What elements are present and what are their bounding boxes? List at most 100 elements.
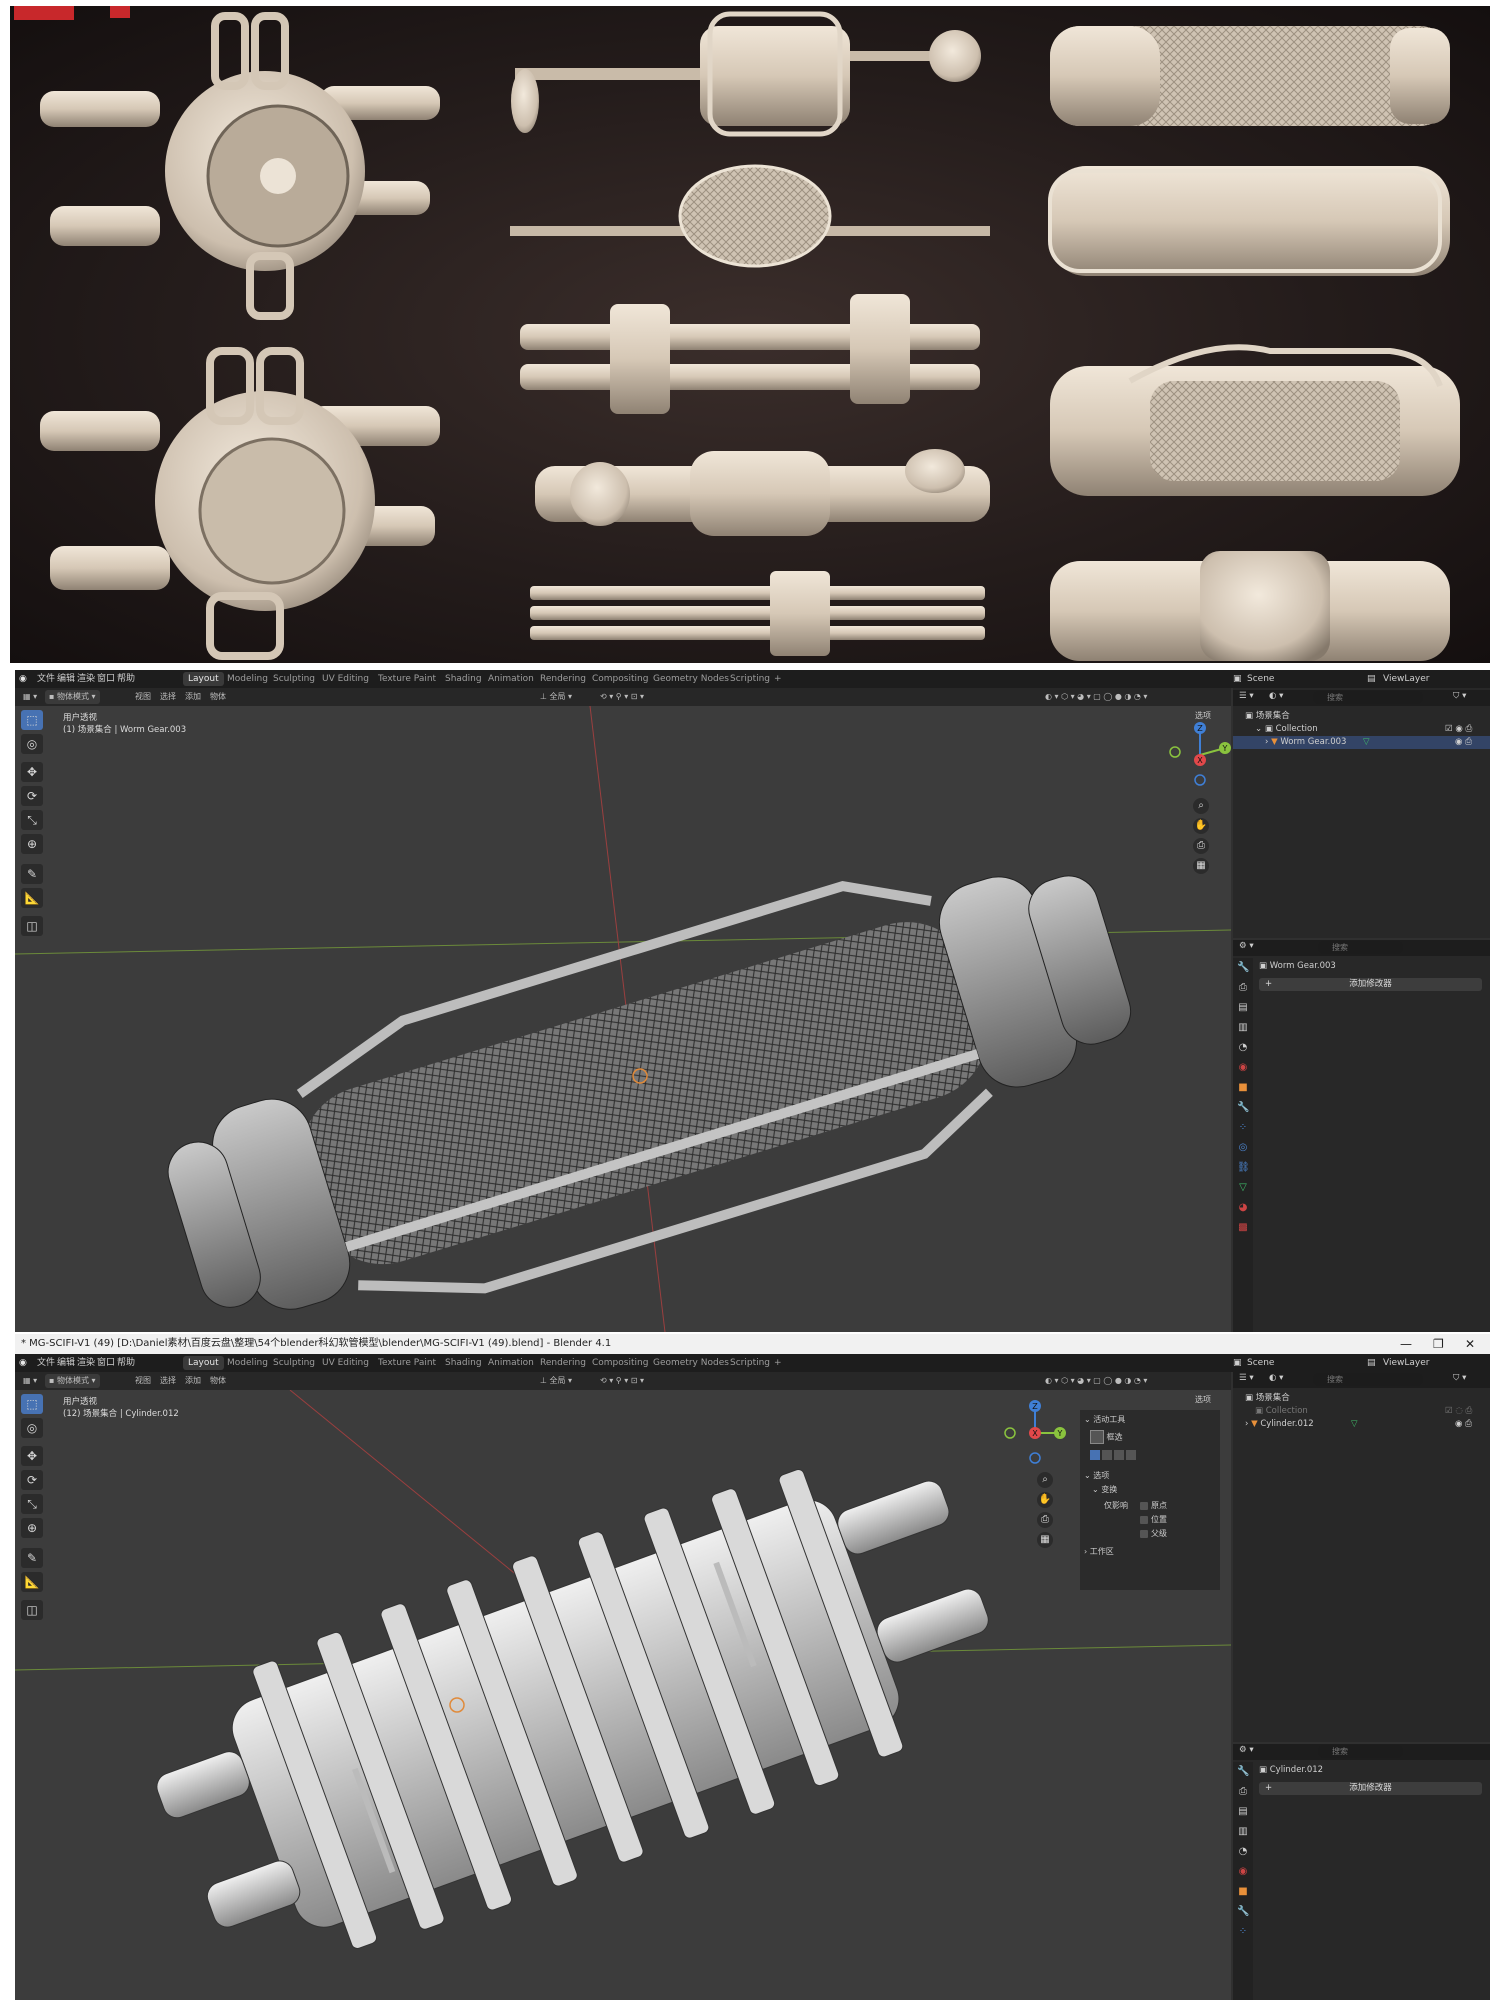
- pan-hand-icon[interactable]: ✋: [1193, 818, 1209, 834]
- display-mode-icon[interactable]: ◐ ▾: [1269, 690, 1283, 703]
- annotate-tool-icon[interactable]: ✎: [21, 864, 43, 884]
- output-tab-icon-2[interactable]: ▤: [1237, 1806, 1249, 1818]
- properties-editor-icon-2[interactable]: ⚙ ▾: [1239, 1744, 1254, 1757]
- header-object[interactable]: 物体: [210, 688, 226, 706]
- grid-ortho-icon[interactable]: ▦: [1193, 858, 1209, 874]
- pivot-icon-2[interactable]: ⟲ ▾ ⚲ ▾ ⊡ ▾: [600, 1372, 644, 1390]
- zoom-icon-2[interactable]: ⌕: [1037, 1472, 1053, 1488]
- affect-locations-checkbox[interactable]: 位置: [1140, 1514, 1167, 1525]
- tab-modeling[interactable]: Modeling: [222, 672, 273, 686]
- close-button[interactable]: ✕: [1465, 1334, 1475, 1354]
- affect-parents-checkbox[interactable]: 父级: [1140, 1528, 1167, 1539]
- tab-uv-editing-2[interactable]: UV Editing: [317, 1356, 374, 1370]
- mode-select-2[interactable]: ▪ 物体模式 ▾: [45, 1374, 100, 1388]
- tab-compositing[interactable]: Compositing: [587, 672, 653, 686]
- camera-icon-2[interactable]: ⎙: [1037, 1512, 1053, 1528]
- menu-render[interactable]: 渲染: [77, 670, 95, 688]
- visibility-icons[interactable]: ◐ ▾ ⬡ ▾ ◕ ▾ ▢ ◯ ● ◑ ◔ ▾: [1045, 688, 1147, 706]
- outliner-search[interactable]: 搜索: [1313, 691, 1423, 704]
- rotate-tool-icon-2[interactable]: ⟳: [21, 1470, 43, 1490]
- affect-origins-checkbox[interactable]: 原点: [1140, 1500, 1167, 1511]
- menu-edit[interactable]: 编辑: [57, 670, 75, 688]
- outliner-object-row[interactable]: › ▼ Worm Gear.003 ▽ ◉ ⎙: [1233, 736, 1490, 749]
- pan-hand-icon-2[interactable]: ✋: [1037, 1492, 1053, 1508]
- tab-shading-2[interactable]: Shading: [440, 1356, 487, 1370]
- scene-selector-2[interactable]: Scene: [1247, 1354, 1274, 1372]
- options-dropdown[interactable]: 选项: [1195, 710, 1211, 721]
- outliner-object-row-2[interactable]: › ▼ Cylinder.012 ▽ ◉ ⎙: [1233, 1418, 1490, 1431]
- blender-logo-icon[interactable]: ◉: [19, 670, 27, 688]
- add-workspace-button[interactable]: +: [769, 672, 787, 686]
- header-add[interactable]: 添加: [185, 688, 201, 706]
- properties-editor-icon[interactable]: ⚙ ▾: [1239, 940, 1254, 953]
- tab-texture-paint[interactable]: Texture Paint: [373, 672, 441, 686]
- transform-tool-icon[interactable]: ⊕: [21, 834, 43, 854]
- select-box-tool-icon-2[interactable]: ⬚: [21, 1394, 43, 1414]
- minimize-button[interactable]: —: [1400, 1334, 1412, 1354]
- object-tab-icon[interactable]: ■: [1237, 1082, 1249, 1094]
- scale-tool-icon[interactable]: ⤡: [21, 810, 43, 830]
- menu-render-2[interactable]: 渲染: [77, 1354, 95, 1372]
- constraints-tab-icon[interactable]: ⛓: [1237, 1162, 1250, 1174]
- tab-compositing-2[interactable]: Compositing: [587, 1356, 653, 1370]
- header-select-2[interactable]: 选择: [160, 1372, 176, 1390]
- tab-layout[interactable]: Layout: [183, 672, 224, 686]
- move-tool-icon[interactable]: ✥: [21, 762, 43, 782]
- tab-shading[interactable]: Shading: [440, 672, 487, 686]
- outliner-scene-collection[interactable]: ▣ 场景集合: [1233, 710, 1490, 723]
- tab-modeling-2[interactable]: Modeling: [222, 1356, 273, 1370]
- header-view-2[interactable]: 视图: [135, 1372, 151, 1390]
- world-tab-icon[interactable]: ◉: [1237, 1062, 1249, 1074]
- modifier-tab-icon[interactable]: 🔧: [1237, 1102, 1249, 1114]
- viewlayer-selector[interactable]: ViewLayer: [1383, 670, 1429, 688]
- editor-type-icon-2[interactable]: ▦ ▾: [23, 1372, 37, 1390]
- render-tab-icon[interactable]: ⎙: [1237, 982, 1249, 994]
- object-tab-icon-2[interactable]: ■: [1237, 1886, 1249, 1898]
- blender-logo-icon-2[interactable]: ◉: [19, 1354, 27, 1372]
- menu-window[interactable]: 窗口: [97, 670, 115, 688]
- select-box-tool-icon[interactable]: ⬚: [21, 710, 43, 730]
- tab-sculpting[interactable]: Sculpting: [268, 672, 320, 686]
- outliner-editor-icon[interactable]: ☰ ▾: [1239, 690, 1254, 703]
- particles-tab-icon[interactable]: ⁘: [1237, 1122, 1249, 1134]
- editor-type-icon[interactable]: ▦ ▾: [23, 688, 37, 706]
- mode-select[interactable]: ▪ 物体模式 ▾: [45, 690, 100, 704]
- object-eye-icon[interactable]: ◉ ⎙: [1455, 736, 1472, 749]
- navigation-gizmo-2[interactable]: Z Y X: [1000, 1398, 1070, 1468]
- header-view[interactable]: 视图: [135, 688, 151, 706]
- tool-tab-icon-2[interactable]: 🔧: [1237, 1766, 1249, 1778]
- menu-window-2[interactable]: 窗口: [97, 1354, 115, 1372]
- outliner-search-2[interactable]: 搜索: [1313, 1373, 1423, 1386]
- world-tab-icon-2[interactable]: ◉: [1237, 1866, 1249, 1878]
- modifier-tab-icon-2[interactable]: 🔧: [1237, 1906, 1249, 1918]
- outliner-collection[interactable]: ⌄ ▣ Collection ☑ ◉ ⎙: [1233, 723, 1490, 736]
- orientation-select[interactable]: ⊥ 全局 ▾: [540, 688, 572, 706]
- outliner-editor-icon-2[interactable]: ☰ ▾: [1239, 1372, 1254, 1385]
- viewlayer-selector-2[interactable]: ViewLayer: [1383, 1354, 1429, 1372]
- display-mode-icon-2[interactable]: ◐ ▾: [1269, 1372, 1283, 1385]
- camera-icon[interactable]: ⎙: [1193, 838, 1209, 854]
- active-tool-header[interactable]: ⌄ 活动工具: [1084, 1414, 1125, 1425]
- pivot-icon[interactable]: ⟲ ▾ ⚲ ▾ ⊡ ▾: [600, 688, 644, 706]
- scene-selector[interactable]: Scene: [1247, 670, 1274, 688]
- physics-tab-icon[interactable]: ◎: [1237, 1142, 1249, 1154]
- filter-icon-2[interactable]: ⛉ ▾: [1453, 1372, 1466, 1385]
- outliner-scene-collection-2[interactable]: ▣ 场景集合: [1233, 1392, 1490, 1405]
- active-tool-name[interactable]: 框选: [1090, 1430, 1123, 1444]
- transform-header[interactable]: ⌄ 变换: [1092, 1484, 1117, 1495]
- outliner-collection-2[interactable]: ▣ Collection ☑ ◌ ⎙: [1233, 1405, 1490, 1418]
- add-workspace-button-2[interactable]: +: [769, 1356, 787, 1370]
- tab-rendering-2[interactable]: Rendering: [535, 1356, 591, 1370]
- data-tab-icon[interactable]: ▽: [1237, 1182, 1249, 1194]
- scale-tool-icon-2[interactable]: ⤡: [21, 1494, 43, 1514]
- properties-search[interactable]: 搜索: [1318, 941, 1403, 954]
- add-modifier-button-2[interactable]: + 添加修改器: [1259, 1782, 1482, 1795]
- menu-file[interactable]: 文件: [37, 670, 55, 688]
- texture-tab-icon[interactable]: ▩: [1237, 1222, 1249, 1234]
- scene-tab-icon[interactable]: ◔: [1237, 1042, 1249, 1054]
- tab-geometry-nodes[interactable]: Geometry Nodes: [648, 672, 734, 686]
- workspace-header[interactable]: › 工作区: [1084, 1546, 1114, 1557]
- menu-help-2[interactable]: 帮助: [117, 1354, 135, 1372]
- cursor-tool-icon-2[interactable]: ◎: [21, 1418, 43, 1438]
- options-header[interactable]: ⌄ 选项: [1084, 1470, 1109, 1481]
